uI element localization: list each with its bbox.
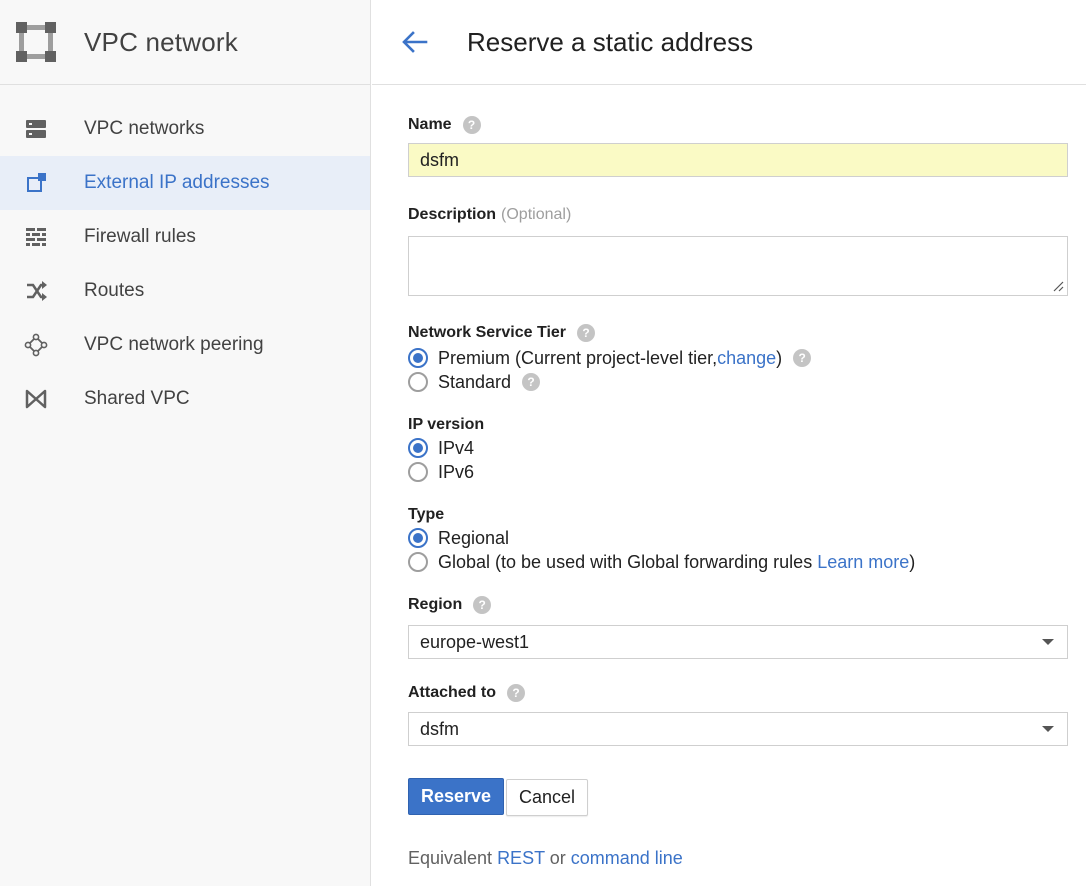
radio-button[interactable] bbox=[408, 372, 428, 392]
sidebar-item-routes[interactable]: Routes bbox=[0, 264, 370, 318]
network-tier-label: Network Service Tier ? bbox=[408, 324, 596, 342]
help-icon[interactable]: ? bbox=[522, 373, 541, 391]
radio-button[interactable] bbox=[408, 528, 428, 548]
sidebar-item-vpc-network-peering[interactable]: VPC network peering bbox=[0, 318, 370, 372]
equivalent-links: Equivalent REST or command line bbox=[408, 848, 683, 868]
peering-icon bbox=[24, 333, 48, 357]
main-content: Reserve a static address Name ? dsfm Des… bbox=[372, 0, 1086, 886]
sidebar-item-label: VPC networks bbox=[84, 118, 205, 139]
sidebar-header: VPC network bbox=[0, 0, 370, 85]
region-select[interactable]: europe-west1 bbox=[408, 625, 1068, 659]
reserve-address-form: Name ? dsfm Description (Optional) Netwo… bbox=[408, 0, 1068, 868]
resize-grip-icon[interactable] bbox=[1052, 280, 1064, 292]
sidebar-item-external-ip-addresses[interactable]: External IP addresses bbox=[0, 156, 370, 210]
sidebar-item-firewall-rules[interactable]: Firewall rules bbox=[0, 210, 370, 264]
description-textarea[interactable] bbox=[408, 236, 1068, 296]
vpc-networks-icon bbox=[24, 117, 48, 141]
sidebar-item-label: Shared VPC bbox=[84, 388, 190, 409]
sidebar: VPC network VPC networks External IP add… bbox=[0, 0, 371, 886]
cancel-button[interactable]: Cancel bbox=[506, 779, 589, 816]
sidebar-item-label: External IP addresses bbox=[84, 172, 270, 193]
help-icon[interactable]: ? bbox=[473, 596, 492, 614]
help-icon[interactable]: ? bbox=[793, 349, 812, 367]
shared-vpc-icon bbox=[24, 387, 48, 411]
name-label: Name ? bbox=[408, 116, 481, 134]
sidebar-item-vpc-networks[interactable]: VPC networks bbox=[0, 102, 370, 156]
region-label: Region ? bbox=[408, 596, 492, 614]
rest-link[interactable]: REST bbox=[497, 848, 545, 868]
command-line-link[interactable]: command line bbox=[571, 848, 683, 868]
optional-hint: (Optional) bbox=[501, 206, 572, 223]
radio-button[interactable] bbox=[408, 438, 428, 458]
sidebar-nav: VPC networks External IP addresses Firew… bbox=[0, 85, 370, 426]
tier-premium-option[interactable]: Premium (Current project-level tier, cha… bbox=[408, 346, 812, 370]
type-label: Type bbox=[408, 506, 445, 523]
sidebar-item-label: Firewall rules bbox=[84, 226, 196, 247]
help-icon[interactable]: ? bbox=[507, 684, 525, 702]
sidebar-item-label: Routes bbox=[84, 280, 145, 301]
dropdown-caret-icon bbox=[1042, 726, 1054, 732]
attached-to-label: Attached to ? bbox=[408, 684, 525, 702]
reserve-button[interactable]: Reserve bbox=[408, 778, 505, 815]
sidebar-item-label: VPC network peering bbox=[84, 334, 264, 355]
help-icon[interactable]: ? bbox=[577, 324, 596, 342]
change-tier-link[interactable]: change bbox=[717, 348, 776, 369]
sidebar-item-shared-vpc[interactable]: Shared VPC bbox=[0, 372, 370, 426]
external-ip-icon bbox=[24, 171, 48, 195]
learn-more-link[interactable]: Learn more bbox=[817, 552, 909, 573]
ip-version-ipv4-option[interactable]: IPv4 bbox=[408, 436, 474, 460]
type-global-option[interactable]: Global (to be used with Global forwardin… bbox=[408, 550, 915, 574]
ip-version-ipv6-option[interactable]: IPv6 bbox=[408, 460, 474, 484]
ip-version-label: IP version bbox=[408, 416, 485, 433]
type-regional-option[interactable]: Regional bbox=[408, 526, 509, 550]
name-input[interactable]: dsfm bbox=[408, 143, 1068, 177]
attached-to-select[interactable]: dsfm bbox=[408, 712, 1068, 746]
dropdown-caret-icon bbox=[1042, 639, 1054, 645]
firewall-icon bbox=[24, 225, 48, 249]
product-title: VPC network bbox=[84, 26, 238, 57]
radio-button[interactable] bbox=[408, 552, 428, 572]
radio-button[interactable] bbox=[408, 462, 428, 482]
vpc-network-logo-icon bbox=[16, 22, 56, 62]
routes-icon bbox=[24, 279, 48, 303]
radio-button[interactable] bbox=[408, 348, 428, 368]
description-label: Description (Optional) bbox=[408, 206, 572, 223]
tier-standard-option[interactable]: Standard ? bbox=[408, 370, 541, 394]
help-icon[interactable]: ? bbox=[462, 116, 481, 134]
